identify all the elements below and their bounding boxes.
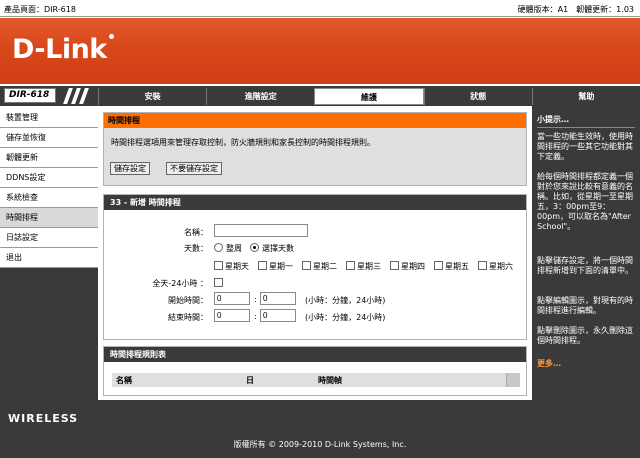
tab-setup[interactable]: 安裝 [98, 88, 207, 105]
sidebar: 裝置管理 儲存並恢復 韌體更新 DDNS設定 系統檢查 時間排程 日誌設定 退出 [0, 108, 98, 400]
start-hour-input[interactable] [214, 292, 250, 305]
select-days-radio[interactable] [250, 243, 259, 252]
panel-title: 時間排程 [104, 113, 526, 128]
time-format-hint: (小時：分鐘，24小時) [305, 296, 386, 305]
help-text: 給每個時間排程都定義一個對於您來說比較有意義的名稱。比如，從星期一至星期五，3：… [537, 172, 633, 231]
sidebar-item-device-admin[interactable]: 裝置管理 [0, 108, 98, 128]
day-checkbox-fri[interactable] [434, 261, 443, 270]
all-week-radio[interactable] [214, 243, 223, 252]
bottom-band [0, 400, 640, 428]
decorative-stripes [58, 88, 94, 104]
day-label: 星期二 [313, 262, 337, 271]
save-settings-button[interactable]: 儲存設定 [110, 162, 150, 175]
day-label: 星期四 [401, 262, 425, 271]
day-label: 星期天 [225, 262, 249, 271]
add-schedule-panel: 33 - 新增 時間排程 名稱： 天數： 整周 選擇天數 星期天 星期一 星期二… [103, 194, 527, 340]
day-checkbox-sat[interactable] [478, 261, 487, 270]
tab-help[interactable]: 幫助 [531, 88, 640, 105]
help-title: 小提示… [537, 115, 569, 124]
all-day-label: 全天-24小時 ： [152, 279, 208, 288]
day-checkbox-sun[interactable] [214, 261, 223, 270]
schedule-rules-panel: 時間排程規則表 名稱 日 時間幀 [103, 346, 527, 396]
table-scrollbar[interactable] [506, 373, 520, 387]
end-hour-input[interactable] [214, 309, 250, 322]
dlink-logo: D-Link [12, 34, 114, 65]
column-header-name: 名稱 [116, 376, 132, 385]
model-badge: DIR-618 [4, 88, 56, 103]
dont-save-button[interactable]: 不要儲存設定 [166, 162, 222, 175]
time-separator: : [254, 312, 257, 321]
day-label: 星期三 [357, 262, 381, 271]
sidebar-item-schedules[interactable]: 時間排程 [0, 208, 98, 228]
help-divider [537, 127, 635, 128]
main-content: 時間排程 時間排程選項用來管理存取控制，防火牆規則和家長控制的時間排程規則。 儲… [98, 106, 532, 400]
end-time-label: 結束時間： [168, 313, 208, 322]
day-label: 星期五 [445, 262, 469, 271]
day-checkbox-wed[interactable] [346, 261, 355, 270]
tab-maintenance[interactable]: 維護 [314, 88, 424, 105]
name-label: 名稱： [184, 228, 208, 237]
sidebar-item-save-restore[interactable]: 儲存並恢復 [0, 128, 98, 148]
panel-title: 時間排程規則表 [104, 347, 526, 362]
schedule-intro-panel: 時間排程 時間排程選項用來管理存取控制，防火牆規則和家長控制的時間排程規則。 儲… [103, 112, 527, 186]
time-format-hint: (小時：分鐘，24小時) [305, 313, 386, 322]
start-minute-input[interactable] [260, 292, 296, 305]
help-panel: 小提示… 當一些功能生效時，使用時間排程的一些其它功能對其下定義。 給每個時間排… [532, 106, 640, 400]
all-day-checkbox[interactable] [214, 278, 223, 287]
sidebar-item-ddns[interactable]: DDNS設定 [0, 168, 98, 188]
day-checkbox-thu[interactable] [390, 261, 399, 270]
schedule-name-input[interactable] [214, 224, 308, 237]
start-time-label: 開始時間： [168, 296, 208, 305]
help-text: 點擊編輯圖示，對現有的時間排程進行編輯。 [537, 296, 633, 315]
main-tabs: 安裝 進階設定 維護 狀態 幫助 [98, 88, 640, 105]
time-separator: : [254, 295, 257, 304]
version-label: 硬體版本：A1 韌體更新：1.03 [517, 5, 634, 14]
column-header-timeframe: 時間幀 [318, 376, 342, 385]
help-text: 點擊儲存設定，將一個時間排程新增到下面的清單中。 [537, 256, 633, 275]
help-text: 點擊刪除圖示，永久刪除這個時間排程。 [537, 326, 633, 345]
footer-copyright: 版權所有 © 2009-2010 D-Link Systems, Inc. [0, 428, 640, 458]
header-banner: D-Link [0, 18, 640, 84]
day-checkbox-mon[interactable] [258, 261, 267, 270]
tab-status[interactable]: 狀態 [423, 88, 532, 105]
sidebar-item-logout[interactable]: 退出 [0, 248, 98, 268]
day-label: 星期一 [269, 262, 293, 271]
days-label: 天數： [184, 244, 208, 253]
wireless-logo: WIRELESS [8, 412, 79, 425]
product-page-label: 產品頁面：DIR-618 [4, 5, 76, 14]
end-minute-input[interactable] [260, 309, 296, 322]
sidebar-item-firmware[interactable]: 韌體更新 [0, 148, 98, 168]
rules-table-header: 名稱 日 時間幀 [112, 373, 520, 387]
top-info-bar: 產品頁面：DIR-618 硬體版本：A1 韌體更新：1.03 [0, 0, 640, 17]
sidebar-item-system-check[interactable]: 系統檢查 [0, 188, 98, 208]
sidebar-item-log-settings[interactable]: 日誌設定 [0, 228, 98, 248]
select-days-label: 選擇天數 [262, 244, 294, 253]
help-more-link[interactable]: 更多… [537, 358, 561, 369]
day-label: 星期六 [489, 262, 513, 271]
help-text: 當一些功能生效時，使用時間排程的一些其它功能對其下定義。 [537, 132, 633, 161]
all-week-label: 整周 [226, 244, 242, 253]
day-checkbox-tue[interactable] [302, 261, 311, 270]
tab-advanced[interactable]: 進階設定 [206, 88, 315, 105]
column-header-day: 日 [246, 376, 254, 385]
panel-title: 33 - 新增 時間排程 [104, 195, 526, 210]
panel-description: 時間排程選項用來管理存取控制，防火牆規則和家長控制的時間排程規則。 [111, 138, 375, 147]
